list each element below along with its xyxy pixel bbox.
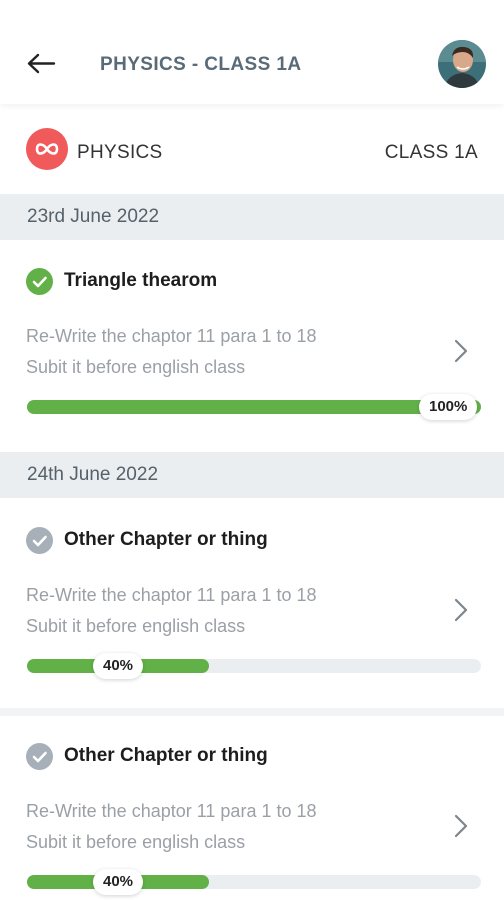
chevron-right-icon (454, 814, 468, 838)
task-title: Other Chapter or thing (64, 529, 268, 550)
task-title: Other Chapter or thing (64, 745, 268, 766)
subject-row: PHYSICS CLASS 1A (0, 116, 504, 194)
class-name: CLASS 1A (384, 142, 478, 163)
task-description: Re-Write the chaptor 11 para 1 to 18 (26, 326, 317, 346)
task-note: Subit it before english class (26, 832, 246, 852)
task-note: Subit it before english class (26, 616, 246, 636)
chevron-right-icon (454, 339, 468, 363)
user-avatar[interactable] (438, 40, 486, 88)
progress-label: 100% (419, 394, 478, 420)
progress-label: 40% (93, 869, 144, 895)
progress-label: 40% (93, 653, 144, 679)
task-title: Triangle thearom (64, 270, 218, 291)
task-note: Subit it before english class (26, 357, 246, 377)
subject-logo (26, 128, 68, 170)
progress-track: 100% (27, 394, 481, 420)
date-header: 24th June 2022 (0, 452, 504, 498)
avatar-image (438, 40, 486, 88)
status-check (26, 743, 53, 770)
progress-track: 40% (27, 869, 481, 895)
card-divider (0, 708, 504, 716)
date-label: 23rd June 2022 (27, 206, 160, 227)
check-circle-icon (26, 527, 53, 554)
infinity-icon (35, 143, 59, 155)
page-title: PHYSICS - CLASS 1A (100, 54, 302, 75)
task-card[interactable]: Other Chapter or thing Re-Write the chap… (0, 527, 504, 707)
task-card[interactable]: Other Chapter or thing Re-Write the chap… (0, 743, 504, 900)
check-circle-icon (26, 743, 53, 770)
check-circle-icon (26, 268, 53, 295)
task-description: Re-Write the chaptor 11 para 1 to 18 (26, 585, 317, 605)
arrow-left-icon (27, 53, 56, 74)
progress-track: 40% (27, 653, 481, 679)
date-label: 24th June 2022 (27, 464, 159, 485)
status-check (26, 527, 53, 554)
task-description: Re-Write the chaptor 11 para 1 to 18 (26, 801, 317, 821)
app-header: PHYSICS - CLASS 1A (0, 0, 504, 104)
date-header: 23rd June 2022 (0, 194, 504, 240)
status-check (26, 268, 53, 295)
subject-name: PHYSICS (77, 142, 163, 163)
back-button[interactable] (24, 46, 60, 82)
chevron-right-icon (454, 598, 468, 622)
task-card[interactable]: Triangle thearom Re-Write the chaptor 11… (0, 268, 504, 448)
progress-fill (27, 400, 481, 414)
